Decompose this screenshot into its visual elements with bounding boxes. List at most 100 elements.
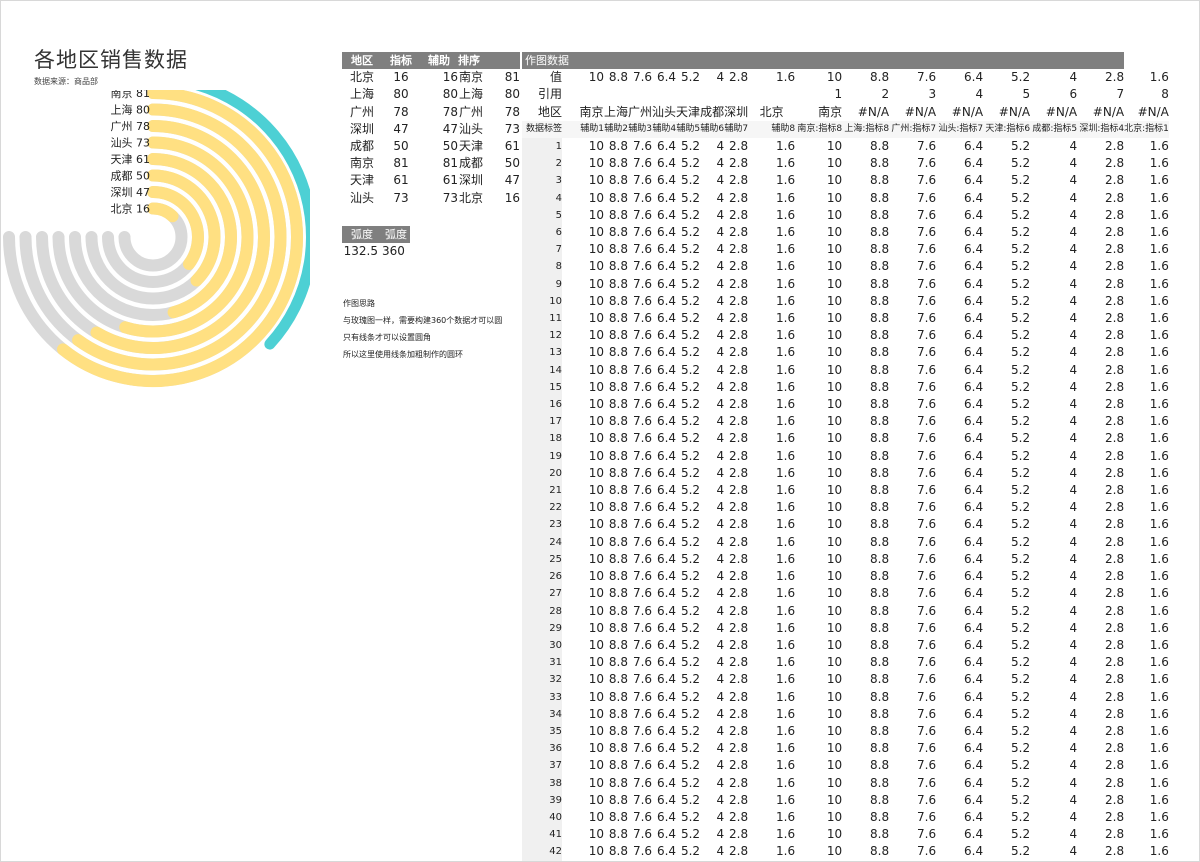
data-table-cell: 7.6 <box>632 706 653 721</box>
data-table-cell: 2.8 <box>729 276 749 291</box>
data-table-cell: 8.8 <box>608 603 629 618</box>
data-table-cell: 4 <box>1069 431 1078 446</box>
data-table-cell: 7.6 <box>632 379 653 394</box>
data-table-cell: 10 <box>588 139 604 154</box>
region-table-cell: 73 <box>504 121 520 136</box>
data-table-cell <box>562 207 579 224</box>
data-table-cell: 5 <box>1022 87 1031 102</box>
region-table-cell: 深圳 <box>459 173 484 188</box>
data-table-cell: 5.2 <box>1011 225 1031 240</box>
region-table-cell: 78 <box>393 104 409 119</box>
region-table-cell: 73 <box>393 190 409 205</box>
region-table-cell: 广州 <box>459 104 484 119</box>
data-table-cell: 8.8 <box>870 311 890 326</box>
data-table-cell: 5.2 <box>680 70 701 85</box>
data-table-cell: 5.2 <box>680 139 701 154</box>
data-table-cell: 2.8 <box>729 190 749 205</box>
data-table-row: 24 10 8.8 7.6 6.4 5.2 4 2.8 1.6 10 8.8 7.6 6.4 5.2 4 2.… <box>522 533 1169 551</box>
data-table-cell: 6.4 <box>656 293 677 308</box>
region-table-cell: 81 <box>504 70 520 85</box>
data-table-cell: 1.6 <box>1149 775 1169 790</box>
data-table-cell: 5.2 <box>1011 758 1031 773</box>
row-index: 5 <box>522 206 562 225</box>
row-index: 12 <box>522 327 562 345</box>
data-table-cell: 8.8 <box>608 362 629 377</box>
row-index: 2 <box>522 155 562 173</box>
data-table-cell: 7.6 <box>917 775 937 790</box>
data-table-cell: 1.6 <box>1149 620 1169 635</box>
data-table-cell: 5.2 <box>1011 844 1031 859</box>
data-table-cell: 7.6 <box>632 723 653 738</box>
data-table-cell: 南京 <box>818 104 843 119</box>
row-index: 24 <box>522 533 562 551</box>
data-table-cell: 6.4 <box>656 465 677 480</box>
data-table-cell: 5.2 <box>1011 517 1031 532</box>
data-table-cell: 1.6 <box>1149 70 1169 85</box>
data-table-cell: 10 <box>826 809 843 824</box>
data-table-cell: 10 <box>826 637 843 652</box>
data-table-cell: 10 <box>826 242 843 257</box>
data-table-cell: 1.6 <box>1149 758 1169 773</box>
data-table-cell: 10 <box>588 483 604 498</box>
data-table-cell: 深圳:指标4 <box>1077 120 1125 139</box>
ring-label: 成都 50 <box>111 170 151 183</box>
row-index: 21 <box>522 482 562 500</box>
data-table-cell: 8.8 <box>870 345 890 360</box>
data-table-cell: 2.8 <box>1105 517 1125 532</box>
data-table-cell: 2.8 <box>1105 706 1125 721</box>
data-table-cell: 2.8 <box>1105 156 1125 171</box>
data-table-cell: #N/A <box>1137 104 1169 119</box>
data-table-cell: 6.4 <box>656 672 677 687</box>
data-table-cell: 4 <box>716 465 725 480</box>
data-table-cell: 5.2 <box>1011 207 1031 222</box>
data-table-cell: 2.8 <box>729 706 749 721</box>
data-table-cell: 6.4 <box>656 637 677 652</box>
data-table-cell: 10 <box>588 500 604 515</box>
data-table-cell: 10 <box>588 311 604 326</box>
region-table-header: 排序 <box>458 52 520 70</box>
data-table-cell: 4 <box>1069 139 1078 154</box>
data-table-cell: 2.8 <box>729 620 749 635</box>
data-table-row: 2 10 8.8 7.6 6.4 5.2 4 2.8 1.6 10 8.8 7.6 6.4 5.2 4 2.8… <box>522 155 1169 173</box>
notes-line: 与玫瑰图一样，需要构建360个数据才可以圆 <box>343 316 503 325</box>
data-table-row: 17 10 8.8 7.6 6.4 5.2 4 2.8 1.6 10 8.8 7.6 6.4 5.2 4 2.… <box>522 413 1169 431</box>
data-table-cell: 2.8 <box>729 259 749 274</box>
data-table-row: 7 10 8.8 7.6 6.4 5.2 4 2.8 1.6 10 8.8 7.6 6.4 5.2 4 2.8… <box>522 241 1169 259</box>
data-table-cell: 10 <box>826 362 843 377</box>
row-index: 31 <box>522 654 562 672</box>
row-index: 42 <box>522 843 562 861</box>
data-table-cell: 2.8 <box>729 465 749 480</box>
data-table-cell: 6.4 <box>964 844 984 859</box>
data-table-cell: 6.4 <box>964 827 984 842</box>
data-table-cell: #N/A <box>998 104 1031 119</box>
data-table-row: 8 10 8.8 7.6 6.4 5.2 4 2.8 1.6 10 8.8 7.6 6.4 5.2 4 2.8… <box>522 258 1169 276</box>
data-table-cell: 10 <box>588 70 604 85</box>
region-table-cell: 上海 <box>349 87 374 102</box>
data-table-cell: 1.6 <box>776 70 796 85</box>
data-table-cell: 1.6 <box>1149 551 1169 566</box>
data-table-cell: 7.6 <box>917 259 937 274</box>
ring-value-北京 <box>147 202 179 223</box>
data-table-cell: 6.4 <box>656 500 677 515</box>
data-table-row: 21 10 8.8 7.6 6.4 5.2 4 2.8 1.6 10 8.8 7.6 6.4 5.2 4 2.… <box>522 482 1169 500</box>
data-table-cell: 8.8 <box>870 827 890 842</box>
data-table-cell: 7.6 <box>632 741 653 756</box>
data-table-cell: 6.4 <box>964 775 984 790</box>
data-table-cell: 5.2 <box>680 431 701 446</box>
row-index: 10 <box>522 292 562 311</box>
data-table-cell: 4 <box>716 706 725 721</box>
data-table-cell: 1.6 <box>1149 225 1169 240</box>
data-table-cell: 6.4 <box>964 139 984 154</box>
data-table-cell: 1.6 <box>776 723 796 738</box>
data-table-cell: 8.8 <box>870 741 890 756</box>
data-table-row: 18 10 8.8 7.6 6.4 5.2 4 2.8 1.6 10 8.8 7.6 6.4 5.2 4 2.… <box>522 430 1169 448</box>
data-table-cell: 10 <box>826 259 843 274</box>
data-table-cell: 8.8 <box>608 397 629 412</box>
data-table-cell: 辅助8 <box>748 120 796 139</box>
data-table-row: 42 10 8.8 7.6 6.4 5.2 4 2.8 1.6 10 8.8 7.6 6.4 5.2 4 2.… <box>522 843 1169 861</box>
data-table-cell: 10 <box>826 276 843 291</box>
ring-label: 广州 78 <box>111 120 151 133</box>
data-table-cell: 6.4 <box>964 500 984 515</box>
data-table-cell: 8.8 <box>870 775 890 790</box>
data-table-cell: 7.6 <box>917 345 937 360</box>
